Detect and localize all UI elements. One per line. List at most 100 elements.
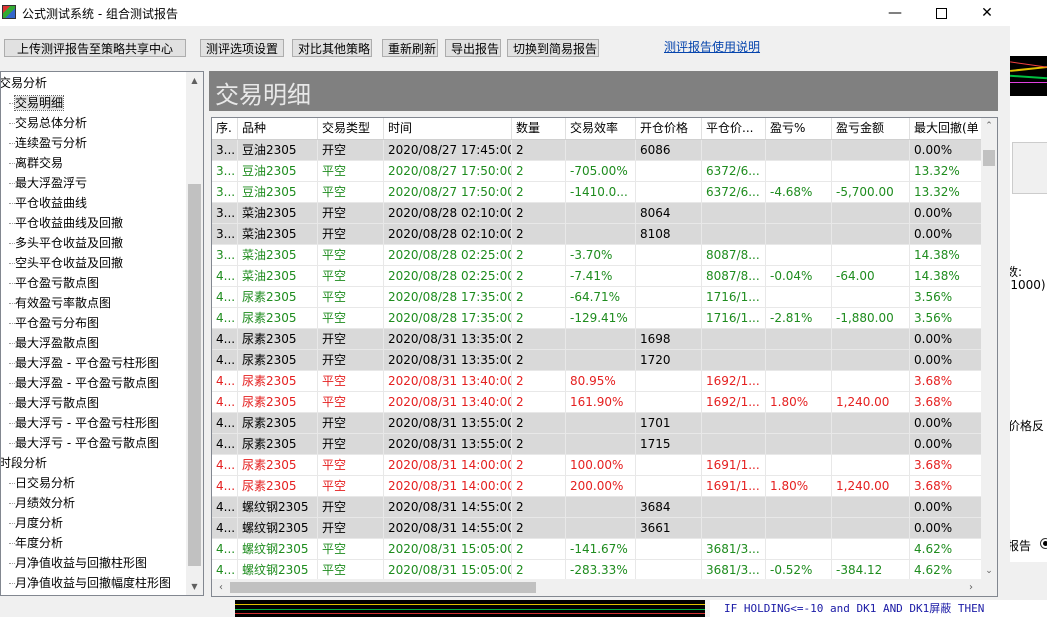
column-header[interactable]: 序. (212, 118, 238, 139)
minimize-button[interactable]: — (872, 0, 918, 26)
table-cell: 平空 (318, 245, 384, 266)
help-link[interactable]: 测评报告使用说明 (664, 38, 760, 55)
tree-item[interactable]: 连续盈亏分析 (15, 133, 87, 153)
table-row[interactable]: 4... 尿素2305 开空 2020/08/31 13:35:00 2 1698 0.00… (212, 329, 982, 350)
table-row[interactable]: 3... 菜油2305 开空 2020/08/28 02:10:00 2 8064 0.00… (212, 203, 982, 224)
column-header[interactable]: 平仓价... (702, 118, 766, 139)
table-hscroll-thumb[interactable] (230, 582, 536, 593)
table-row[interactable]: 4... 菜油2305 平空 2020/08/28 02:25:00 2 -7.41% 80… (212, 266, 982, 287)
table-cell (636, 371, 702, 392)
table-row[interactable]: 4... 尿素2305 开空 2020/08/31 13:55:00 2 1715 0.00… (212, 434, 982, 455)
tree-scroll-thumb[interactable] (188, 184, 201, 566)
table-row[interactable]: 3... 豆油2305 平空 2020/08/27 17:50:00 2 -705.00%… (212, 161, 982, 182)
table-row[interactable]: 3... 菜油2305 开空 2020/08/28 02:10:00 2 8108 0.00… (212, 224, 982, 245)
table-row[interactable]: 4... 螺纹钢2305 平空 2020/08/31 15:05:00 2 -141.67… (212, 539, 982, 560)
scroll-up-icon[interactable]: ⌃ (981, 118, 997, 135)
table-vscroll-thumb[interactable] (983, 150, 995, 166)
table-row[interactable]: 4... 尿素2305 平空 2020/08/28 17:35:00 2 -64.71% 1… (212, 287, 982, 308)
tree-item[interactable]: 平仓盈亏散点图 (15, 273, 99, 293)
table-row[interactable]: 3... 菜油2305 平空 2020/08/28 02:25:00 2 -3.70% 80… (212, 245, 982, 266)
table-row[interactable]: 3... 豆油2305 开空 2020/08/27 17:45:00 2 6086 0.00… (212, 140, 982, 161)
column-header[interactable]: 盈亏金额 (832, 118, 910, 139)
tree-item[interactable]: 月度分析 (15, 513, 63, 533)
tree-group[interactable]: 交易分析 (1, 73, 47, 93)
scroll-left-icon[interactable]: ‹ (214, 579, 228, 596)
tree-item[interactable]: 最大浮盈浮亏 (15, 173, 87, 193)
compare-button[interactable]: 对比其他策略 (292, 39, 372, 57)
column-header[interactable]: 交易效率 (566, 118, 636, 139)
table-vertical-scrollbar[interactable]: ⌃ ⌄ (981, 118, 997, 580)
scroll-right-icon[interactable]: › (964, 579, 978, 596)
maximize-button[interactable] (918, 0, 964, 26)
table-row[interactable]: 4... 尿素2305 平空 2020/08/31 13:40:00 2 80.95% 16… (212, 371, 982, 392)
column-header[interactable]: 最大回撤(单 (910, 118, 982, 139)
table-row[interactable]: 4... 尿素2305 平空 2020/08/31 14:00:00 2 200.00% 1… (212, 476, 982, 497)
column-header[interactable]: 开仓价格 (636, 118, 702, 139)
table-cell: 13.32% (910, 161, 982, 182)
tree-item[interactable]: 空头平仓收益及回撤 (15, 253, 123, 273)
tree-item[interactable]: 最大浮盈 - 平仓盈亏柱形图 (15, 353, 159, 373)
tree-item[interactable]: 交易明细 (13, 93, 65, 113)
tree-item[interactable]: 平仓收益曲线及回撤 (15, 213, 123, 233)
table-cell: 2 (512, 455, 566, 476)
table-cell: -5,700.00 (832, 182, 910, 203)
scroll-down-icon[interactable]: ▼ (186, 578, 203, 595)
export-button[interactable]: 导出报告 (445, 39, 501, 57)
scroll-up-icon[interactable]: ▲ (186, 72, 203, 89)
table-row[interactable]: 4... 尿素2305 平空 2020/08/28 17:35:00 2 -129.41%… (212, 308, 982, 329)
table-row[interactable]: 4... 尿素2305 平空 2020/08/31 14:00:00 2 100.00% 1… (212, 455, 982, 476)
tree-scrollbar[interactable]: ▲ ▼ (186, 72, 203, 595)
tree-item[interactable]: 交易总体分析 (15, 113, 87, 133)
tree-group[interactable]: 时段分析 (1, 453, 47, 473)
tree-item[interactable]: 月净值收益与回撤柱形图 (15, 553, 147, 573)
table-cell (766, 140, 832, 161)
tree-item[interactable]: 有效盈亏率散点图 (15, 293, 111, 313)
table-row[interactable]: 4... 尿素2305 平空 2020/08/31 13:40:00 2 161.90% 1… (212, 392, 982, 413)
table-cell: 开空 (318, 203, 384, 224)
table-cell: -4.68% (766, 182, 832, 203)
table-cell: 豆油2305 (238, 140, 318, 161)
tree-item[interactable]: 平仓盈亏分布图 (15, 313, 99, 333)
table-horizontal-scrollbar[interactable]: ‹ › (212, 579, 997, 596)
column-header[interactable]: 交易类型 (318, 118, 384, 139)
switch-report-button[interactable]: 切换到简易报告 (507, 39, 599, 57)
tree-item-label: 最大浮盈 - 平仓盈亏柱形图 (15, 356, 159, 370)
column-header[interactable]: 数量 (512, 118, 566, 139)
tree-item[interactable]: 最大浮盈 - 平仓盈亏散点图 (15, 373, 159, 393)
table-cell: 2 (512, 434, 566, 455)
table-cell: 2020/08/31 14:00:00 (384, 455, 512, 476)
tree-item[interactable]: 月绩效分析 (15, 493, 75, 513)
table-cell: 平空 (318, 266, 384, 287)
tree-item[interactable]: 最大浮亏 - 平仓盈亏柱形图 (15, 413, 159, 433)
column-header[interactable]: 时间 (384, 118, 512, 139)
table-row[interactable]: 4... 螺纹钢2305 平空 2020/08/31 15:05:00 2 -283.33… (212, 560, 982, 581)
table-row[interactable]: 4... 尿素2305 开空 2020/08/31 13:55:00 2 1701 0.00… (212, 413, 982, 434)
tree-item[interactable]: 月净值收益与回撤幅度柱形图 (15, 573, 171, 593)
trade-table: 序. 品种 交易类型 时间 数量 交易效率 开仓价格 平仓价... 盈亏% 盈亏金额 最大回撤(单 … (211, 117, 998, 597)
column-header[interactable]: 品种 (238, 118, 318, 139)
options-button[interactable]: 测评选项设置 (200, 39, 284, 57)
column-header[interactable]: 盈亏% (766, 118, 832, 139)
table-cell: 1716/1... (702, 287, 766, 308)
table-row[interactable]: 4... 尿素2305 开空 2020/08/31 13:35:00 2 1720 0.00… (212, 350, 982, 371)
tree-item[interactable]: 最大浮盈散点图 (15, 333, 99, 353)
scroll-down-icon[interactable]: ⌄ (981, 563, 997, 580)
table-cell (832, 371, 910, 392)
tree-item[interactable]: 日交易分析 (15, 473, 75, 493)
table-cell (832, 161, 910, 182)
tree-item[interactable]: 最大浮亏 - 平仓盈亏散点图 (15, 433, 159, 453)
refresh-button[interactable]: 重新刷新 (382, 39, 438, 57)
table-cell (832, 539, 910, 560)
maximize-icon (935, 7, 947, 19)
table-row[interactable]: 3... 豆油2305 平空 2020/08/27 17:50:00 2 -1410.0.… (212, 182, 982, 203)
upload-report-button[interactable]: 上传测评报告至策略共享中心 (4, 39, 186, 57)
close-button[interactable]: ✕ (964, 0, 1010, 26)
tree-item[interactable]: 离群交易 (15, 153, 63, 173)
table-cell: 2 (512, 203, 566, 224)
tree-item[interactable]: 平仓收益曲线 (15, 193, 87, 213)
table-row[interactable]: 4... 螺纹钢2305 开空 2020/08/31 14:55:00 2 3684 0.0… (212, 497, 982, 518)
table-row[interactable]: 4... 螺纹钢2305 开空 2020/08/31 14:55:00 2 3661 0.0… (212, 518, 982, 539)
tree-item[interactable]: 最大浮亏散点图 (15, 393, 99, 413)
tree-item[interactable]: 多头平仓收益及回撤 (15, 233, 123, 253)
tree-item[interactable]: 年度分析 (15, 533, 63, 553)
